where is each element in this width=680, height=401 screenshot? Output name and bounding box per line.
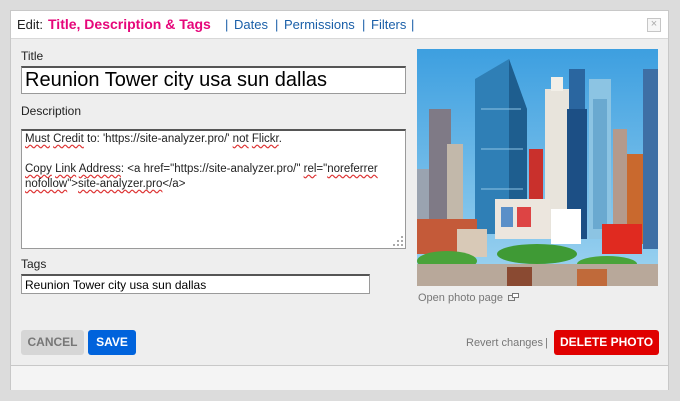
city-photo-image: [417, 49, 658, 286]
description-textarea[interactable]: Must Credit to: 'https://site-analyzer.p…: [21, 129, 406, 249]
tags-input[interactable]: [21, 274, 370, 294]
delete-photo-button[interactable]: DELETE PHOTO: [554, 330, 659, 355]
description-line-1: Must Credit to: 'https://site-analyzer.p…: [25, 133, 282, 145]
external-window-icon: [508, 293, 520, 304]
title-label: Title: [21, 49, 44, 63]
title-input[interactable]: [21, 66, 406, 94]
tab-separator: |: [225, 17, 229, 32]
photo-thumbnail[interactable]: [417, 49, 658, 286]
tab-filters[interactable]: Filters: [371, 11, 406, 38]
tags-label: Tags: [21, 257, 47, 271]
resize-grip-icon[interactable]: [393, 236, 403, 246]
tab-separator: |: [362, 17, 366, 32]
save-button[interactable]: SAVE: [88, 330, 136, 355]
dialog-footer: [11, 365, 668, 390]
description-line-2: [25, 147, 402, 162]
open-photo-page-label: Open photo page: [418, 292, 504, 304]
tab-title-description-tags[interactable]: Title, Description & Tags: [48, 11, 211, 38]
edit-photo-dialog: Edit: Title, Description & Tags | Dates …: [10, 10, 669, 390]
tab-separator: |: [275, 17, 279, 32]
edit-label: Edit:: [17, 17, 44, 32]
close-icon[interactable]: ×: [647, 18, 661, 32]
open-photo-page-link[interactable]: Open photo page: [418, 292, 520, 304]
revert-changes-link[interactable]: Revert changes: [466, 337, 543, 349]
revert-separator: |: [545, 337, 548, 349]
description-line-4: nofollow">site-analyzer.pro</a>: [25, 178, 186, 190]
cancel-button[interactable]: CANCEL: [21, 330, 84, 355]
edit-tab-bar: Edit: Title, Description & Tags | Dates …: [11, 11, 668, 39]
description-label: Description: [21, 104, 82, 118]
tab-dates[interactable]: Dates: [234, 11, 268, 38]
tab-separator: |: [411, 17, 415, 32]
description-line-3: Copy Link Address: <a href="https://site…: [25, 163, 378, 175]
tab-permissions[interactable]: Permissions: [284, 11, 355, 38]
